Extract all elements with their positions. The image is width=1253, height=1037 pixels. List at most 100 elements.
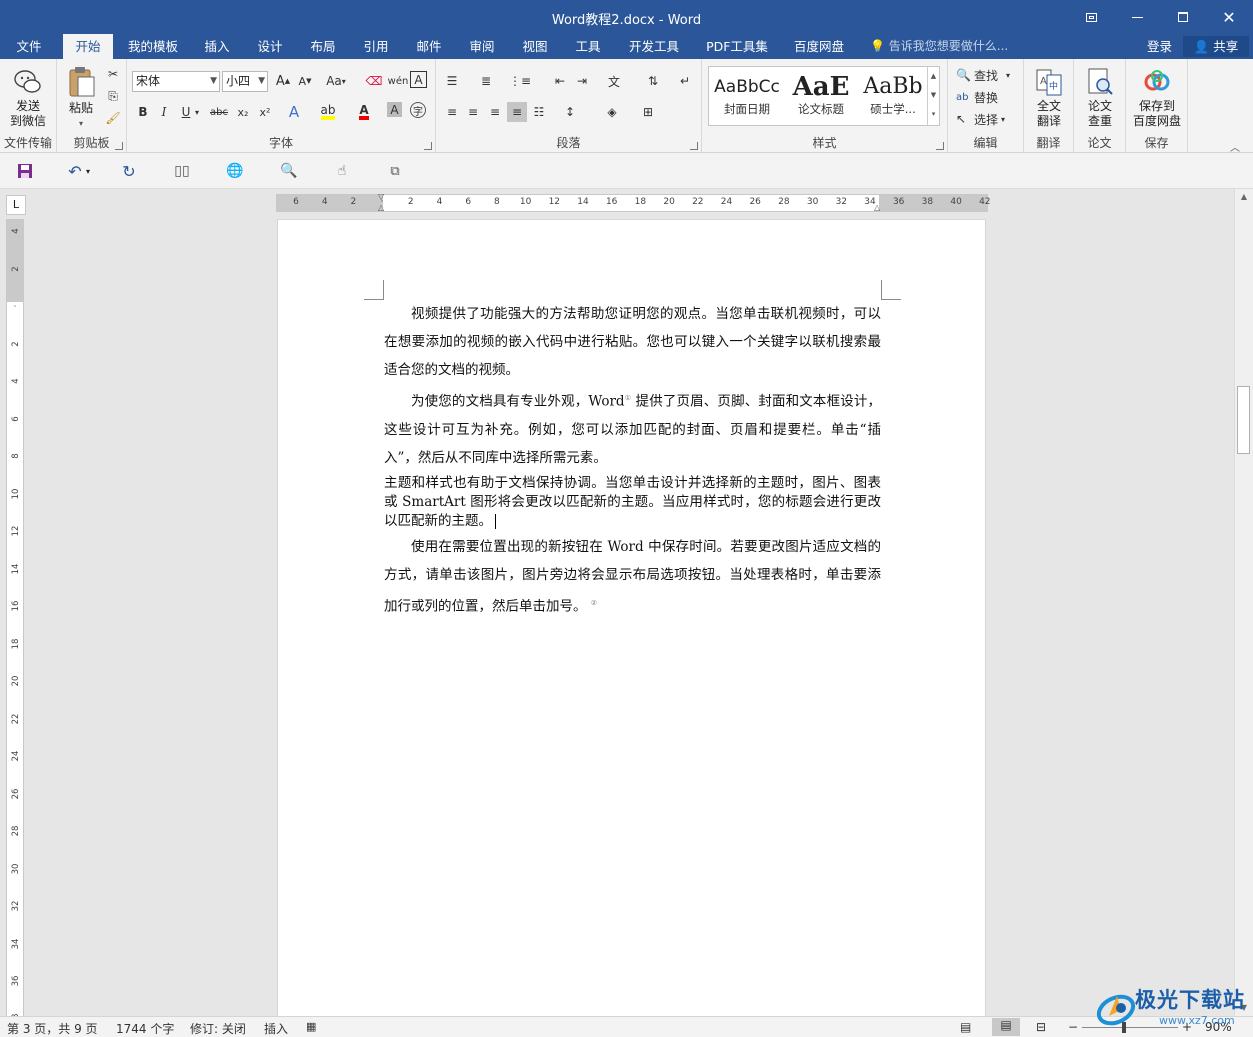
- paragraph[interactable]: 为使您的文档具有专业外观，Word① 提供了页眉、页脚、封面和文本框设计，这些设…: [384, 384, 881, 472]
- ribbon-display-options-button[interactable]: [1068, 0, 1114, 34]
- increase-indent-icon[interactable]: ⇥: [572, 71, 592, 91]
- first-line-indent-marker[interactable]: ▽: [378, 192, 384, 201]
- bullets-icon[interactable]: ☰: [442, 71, 462, 91]
- tab-developer[interactable]: 开发工具: [620, 34, 688, 59]
- justify-icon[interactable]: ≡: [507, 102, 527, 122]
- chinese-layout-icon[interactable]: 文: [604, 71, 624, 91]
- select-button[interactable]: ↖ 选择 ▾: [956, 109, 1005, 129]
- document-body[interactable]: 视频提供了功能强大的方法帮助您证明您的观点。当您单击联机视频时，可以在想要添加的…: [384, 300, 881, 620]
- paste-button[interactable]: 粘贴 ▾: [61, 65, 101, 131]
- line-spacing-icon[interactable]: ↕: [560, 102, 580, 122]
- tab-mailings[interactable]: 邮件: [408, 34, 450, 59]
- right-indent-marker[interactable]: △: [874, 203, 880, 212]
- close-button[interactable]: ✕: [1206, 0, 1252, 34]
- touch-mode-icon[interactable]: ☝: [331, 161, 353, 181]
- macro-record-icon[interactable]: ▦: [306, 1020, 316, 1033]
- styles-launcher-icon[interactable]: [936, 142, 944, 150]
- collapse-ribbon-icon[interactable]: ︿: [1230, 139, 1240, 154]
- web-layout-view-icon[interactable]: ⊟: [1036, 1020, 1046, 1034]
- document-page[interactable]: 视频提供了功能强大的方法帮助您证明您的观点。当您单击联机视频时，可以在想要添加的…: [277, 219, 986, 1016]
- text-effects-icon[interactable]: A: [284, 102, 304, 122]
- paragraph[interactable]: 主题和样式也有助于文档保持协调。当您单击设计并选择新的主题时，图片、图表或 Sm…: [384, 474, 881, 531]
- reading-mode-icon[interactable]: ▯▯: [171, 161, 193, 181]
- paragraph[interactable]: 视频提供了功能强大的方法帮助您证明您的观点。当您单击联机视频时，可以在想要添加的…: [384, 300, 881, 384]
- tell-me-search[interactable]: 💡 告诉我您想要做什么...: [870, 34, 1008, 59]
- vertical-ruler[interactable]: 42·2468101214161820222426283032343638: [6, 219, 24, 1016]
- tab-view[interactable]: 视图: [514, 34, 556, 59]
- replace-button[interactable]: ab 替换: [956, 87, 998, 107]
- full-translate-button[interactable]: A中 全文 翻译: [1027, 67, 1071, 129]
- character-border-icon[interactable]: A: [410, 71, 427, 88]
- tab-selector[interactable]: L: [6, 195, 26, 215]
- align-left-icon[interactable]: ≡: [442, 102, 462, 122]
- font-name-combo[interactable]: 宋体 ▼: [132, 71, 220, 92]
- align-center-icon[interactable]: ≡: [463, 102, 483, 122]
- gallery-scroll[interactable]: ▲ ▼ ▾: [927, 67, 939, 125]
- paragraph-launcher-icon[interactable]: [690, 142, 698, 150]
- align-right-icon[interactable]: ≡: [485, 102, 505, 122]
- read-mode-view-icon[interactable]: ▤: [960, 1020, 971, 1034]
- login-link[interactable]: 登录: [1147, 34, 1172, 59]
- plagiarism-check-button[interactable]: 论文 查重: [1077, 67, 1123, 129]
- tab-file[interactable]: 文件: [6, 34, 52, 59]
- change-case-button[interactable]: Aa ▾: [324, 71, 348, 91]
- cut-icon[interactable]: ✂: [103, 64, 123, 84]
- tab-design[interactable]: 设计: [249, 34, 291, 59]
- track-changes-status[interactable]: 修订: 关闭: [190, 1020, 246, 1037]
- grow-font-icon[interactable]: A ▲: [273, 71, 293, 91]
- zoom-out-icon[interactable]: −: [1068, 1020, 1078, 1034]
- highlight-icon[interactable]: ab: [318, 102, 338, 122]
- numbering-icon[interactable]: ≣: [476, 71, 496, 91]
- tab-tools[interactable]: 工具: [567, 34, 609, 59]
- print-preview-icon[interactable]: 🔍: [278, 161, 300, 181]
- maximize-button[interactable]: [1160, 0, 1206, 34]
- enclose-characters-icon[interactable]: 字: [410, 102, 426, 118]
- page-count[interactable]: 第 3 页，共 9 页: [7, 1020, 98, 1037]
- sort-icon[interactable]: ⇅: [643, 71, 663, 91]
- style-item-cover-date[interactable]: AaBbCc 封面日期: [711, 67, 783, 125]
- font-size-combo[interactable]: 小四 ▼: [222, 71, 268, 92]
- redo-icon[interactable]: ↻: [118, 161, 140, 181]
- tab-home[interactable]: 开始: [63, 34, 113, 59]
- paragraph[interactable]: 使用在需要位置出现的新按钮在 Word 中保存时间。若要更改图片适应文档的方式，…: [384, 533, 881, 621]
- font-launcher-icon[interactable]: [424, 142, 432, 150]
- tab-my-templates[interactable]: 我的模板: [120, 34, 186, 59]
- scrollbar-thumb[interactable]: [1237, 386, 1250, 454]
- print-layout-view-icon[interactable]: ▤: [992, 1018, 1020, 1036]
- tab-pdf-tools[interactable]: PDF工具集: [698, 34, 776, 59]
- chevron-down-icon[interactable]: ▾: [192, 102, 202, 122]
- hanging-indent-marker[interactable]: △: [378, 203, 384, 212]
- send-to-wechat-button[interactable]: 发送 到微信: [4, 67, 52, 129]
- superscript-icon[interactable]: x²: [255, 102, 275, 122]
- multilevel-list-icon[interactable]: ⋮≡: [509, 71, 531, 91]
- word-count[interactable]: 1744 个字: [116, 1020, 174, 1037]
- format-painter-icon[interactable]: 🖌: [103, 108, 123, 128]
- footnote-ref[interactable]: ②: [591, 599, 597, 607]
- insert-mode[interactable]: 插入: [264, 1020, 288, 1037]
- style-item-master[interactable]: AaBb 硕士学...: [857, 67, 929, 125]
- distributed-icon[interactable]: ☷: [529, 102, 549, 122]
- shading-icon[interactable]: ◈: [602, 102, 622, 122]
- vertical-scrollbar[interactable]: ▲ ▼: [1234, 189, 1253, 1016]
- find-button[interactable]: 🔍 查找 ▾: [956, 65, 1010, 85]
- web-layout-icon[interactable]: 🌐: [224, 161, 246, 181]
- tab-references[interactable]: 引用: [355, 34, 397, 59]
- style-item-paper-title[interactable]: AaE 论文标题: [785, 67, 857, 125]
- copy-icon[interactable]: ⎘: [103, 86, 123, 106]
- tab-baidu-netdisk[interactable]: 百度网盘: [786, 34, 852, 59]
- decrease-indent-icon[interactable]: ⇤: [550, 71, 570, 91]
- clear-formatting-icon[interactable]: ⌫: [364, 71, 384, 91]
- scroll-up-icon[interactable]: ▲: [1235, 189, 1253, 205]
- show-marks-icon[interactable]: ↵: [675, 71, 695, 91]
- tab-layout[interactable]: 布局: [302, 34, 344, 59]
- save-to-baidu-button[interactable]: 保存到 百度网盘: [1128, 67, 1186, 129]
- subscript-icon[interactable]: x₂: [233, 102, 253, 122]
- font-color-icon[interactable]: A: [354, 102, 374, 122]
- bold-icon[interactable]: B: [133, 102, 153, 122]
- strikethrough-icon[interactable]: abc: [209, 102, 229, 122]
- save-icon[interactable]: [14, 161, 36, 181]
- character-shading-icon[interactable]: A: [387, 102, 402, 117]
- tab-review[interactable]: 审阅: [461, 34, 503, 59]
- minimize-button[interactable]: [1114, 0, 1160, 34]
- horizontal-ruler[interactable]: 6 4 2 · 2 4 6 8 10 12 14 16 18 20 22 24 26 28 30 32 34 36 38 40…: [276, 192, 991, 212]
